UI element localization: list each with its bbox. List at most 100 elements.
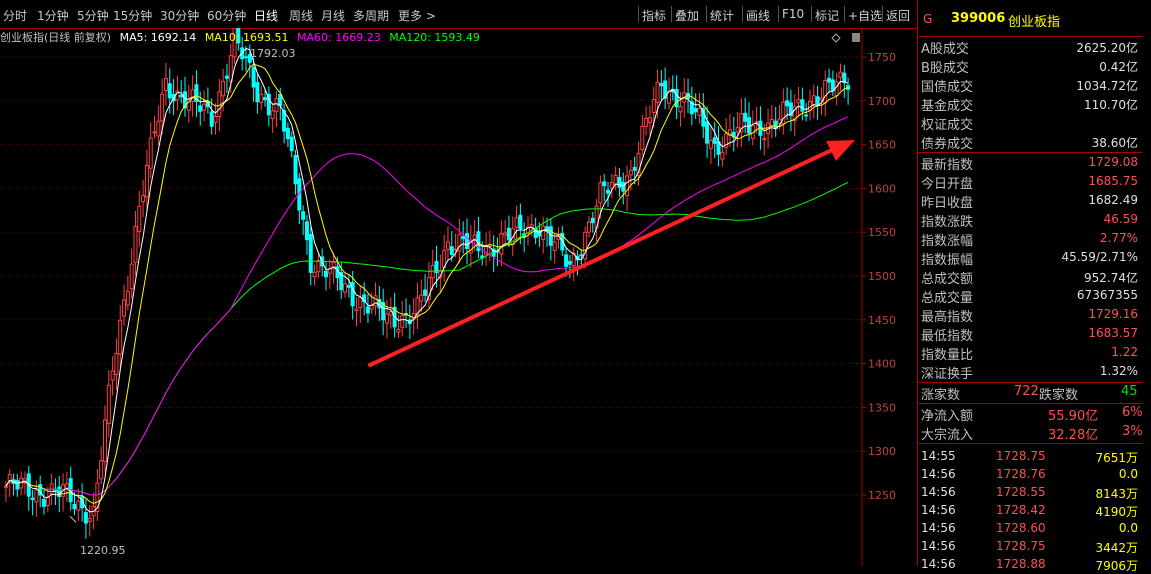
high-price-label: 1792.03 [250, 47, 296, 60]
stat-row-11: 深证换手 1.32% [918, 362, 1142, 382]
candle-body [110, 370, 115, 381]
candle-body [34, 489, 39, 503]
stat-row-10-label: 指数量比 [921, 348, 974, 363]
candle-body [76, 500, 81, 511]
candle-body [625, 175, 630, 197]
stat-row-7-label: 总成交量 [921, 291, 974, 306]
stat-row-2-value: 1682.49 [1088, 193, 1138, 207]
candle-body [148, 137, 153, 169]
candle-body [602, 181, 607, 187]
tool-button-6[interactable]: +自选 [848, 7, 882, 24]
candle-body [259, 93, 264, 104]
period-tab-7[interactable]: 周线 [289, 7, 313, 24]
up-count-label: 涨家数 [921, 388, 961, 403]
period-tab-10[interactable]: 更多 > [398, 7, 436, 24]
volume-row-3-value: 110.70亿 [1084, 98, 1138, 112]
candle-body [461, 236, 466, 240]
candle-body [285, 127, 290, 140]
tick-price: 1728.42 [996, 503, 1046, 517]
candle-body [263, 97, 268, 101]
tool-button-5[interactable]: 标记 [815, 7, 839, 24]
y-tick-label: 1500 [868, 270, 896, 283]
candle-body [606, 189, 611, 194]
candle-body [114, 352, 119, 376]
tick-time: 14:56 [921, 539, 956, 553]
candle-body [651, 98, 656, 114]
stat-row-11-value: 1.32% [1099, 364, 1138, 378]
low-price-label: 1220.95 [80, 544, 126, 557]
candle-body [118, 319, 123, 355]
candle-body [697, 107, 702, 116]
candle-body [217, 91, 222, 117]
period-tab-1[interactable]: 1分钟 [37, 7, 69, 24]
tool-separator [844, 6, 845, 22]
stat-row-4-value: 2.77% [1099, 231, 1138, 245]
y-tick-label: 1250 [868, 489, 896, 502]
candle-body [705, 121, 710, 144]
stat-row-1-value: 1685.75 [1088, 174, 1138, 188]
tool-button-3[interactable]: 画线 [746, 7, 770, 24]
candle-body [579, 254, 584, 257]
tool-button-1[interactable]: 叠加 [675, 7, 699, 24]
y-tick-label: 1750 [868, 51, 896, 64]
candle-body [373, 295, 378, 307]
diamond-icon [831, 33, 841, 43]
tool-button-2[interactable]: 统计 [710, 7, 734, 24]
stat-row-0-label: 最新指数 [921, 158, 974, 173]
candle-body [503, 232, 508, 236]
stat-row-9: 最低指数 1683.57 [918, 324, 1142, 344]
candle-body [827, 77, 832, 83]
flow-value: 32.28亿 [1048, 428, 1099, 443]
candlestick-chart[interactable]: 1750 1700 1650 1600 1550 1500 1450 1400 1350 1300… [0, 28, 916, 566]
tick-price: 1728.76 [996, 467, 1046, 481]
candle-body [122, 299, 127, 317]
tick-volume: 8143万 [1095, 487, 1138, 501]
period-tab-8[interactable]: 月线 [321, 7, 345, 24]
candle-body [586, 221, 591, 233]
candle-body [3, 485, 8, 488]
flow-divider [918, 443, 1142, 444]
candle-body [152, 131, 157, 134]
candle-body [125, 290, 130, 306]
period-tab-3[interactable]: 15分钟 [113, 7, 152, 24]
tool-button-0[interactable]: 指标 [642, 7, 666, 24]
period-tab-9[interactable]: 多周期 [353, 7, 389, 24]
candle-body [384, 313, 389, 324]
candle-body [129, 263, 134, 290]
quote-panel: G 399006 创业板指 A股成交 2625.20亿 B股成交 0.42亿 国债成交 1… [917, 0, 1151, 573]
y-tick-label: 1700 [868, 95, 896, 108]
candle-body [293, 154, 298, 185]
candle-body [419, 294, 424, 302]
candle-body [834, 81, 839, 97]
candle-body [400, 315, 405, 328]
tool-button-4[interactable]: F10 [782, 7, 804, 21]
flow-label: 净流入额 [921, 409, 974, 424]
tool-button-7[interactable]: 返回 [886, 7, 910, 24]
index-code: 399006 [951, 11, 1006, 26]
tick-row: 14:56 1728.88 7906万 [918, 555, 1142, 573]
ma120-label: MA120: 1593.49 [389, 31, 480, 44]
candle-body [312, 271, 317, 278]
panel-header: G 399006 创业板指 [918, 0, 1142, 36]
candle-body [358, 297, 363, 309]
tick-price: 1728.75 [996, 539, 1046, 553]
candle-body [346, 285, 351, 288]
candle-body [99, 460, 104, 480]
volume-row-1-label: B股成交 [921, 61, 969, 76]
volume-row-5: 债券成交 38.60亿 [918, 132, 1142, 152]
candle-body [445, 241, 450, 250]
candle-body [167, 83, 172, 99]
volume-row-2-label: 国债成交 [921, 80, 974, 95]
period-tab-2[interactable]: 5分钟 [77, 7, 109, 24]
volume-row-2: 国债成交 1034.72亿 [918, 75, 1142, 95]
window-icon [852, 33, 860, 42]
candle-body [465, 233, 470, 249]
period-tab-6[interactable]: 日线 [254, 7, 278, 24]
period-tab-0[interactable]: 分时 [3, 7, 27, 24]
flow-row-1: 大宗流入 32.28亿 3% [918, 423, 1143, 443]
candle-body [518, 214, 523, 230]
tick-time: 14:55 [921, 449, 956, 463]
period-tab-4[interactable]: 30分钟 [160, 7, 199, 24]
candle-body [564, 254, 569, 267]
period-tab-5[interactable]: 60分钟 [207, 7, 246, 24]
